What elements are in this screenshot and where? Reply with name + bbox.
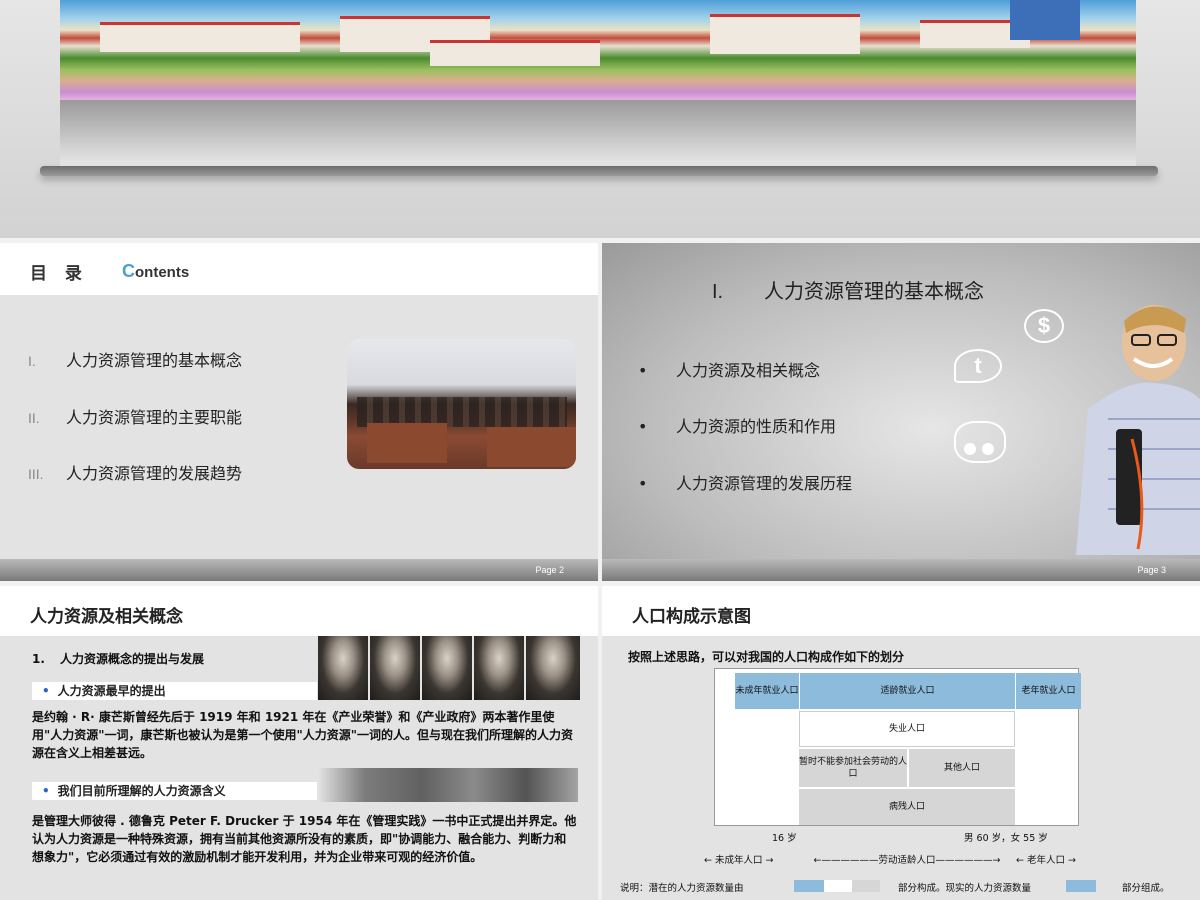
bullet-item: • 人力资源的性质和作用 [638,417,837,436]
age-label-60: 男 60 岁，女 55 岁 [964,833,1048,844]
cell-disabled: 病残人口 [799,789,1015,825]
chat-users-icon [954,421,1006,463]
cell-minor-employed: 未成年就业人口 [735,673,799,709]
portrait-photo [422,636,472,700]
arrow-minor: ← 未成年人口 → [704,855,774,866]
slide-3-chapter-one: I. 人力资源管理的基本概念 • 人力资源及相关概念 • 人力资源的性质和作用 • 人力… [602,243,1200,581]
slide-4-hr-concepts: 人力资源及相关概念 1. 人力资源概念的提出与发展 • 人力资源最早的提出 是约翰 … [0,586,598,900]
section-heading: 1. 人力资源概念的提出与发展 [32,652,205,666]
bullet-item: • 人力资源管理的发展历程 [638,474,853,493]
slide-header: 人力资源及相关概念 [0,586,598,636]
cell-temp-unable: 暂时不能参加社会劳动的人口 [799,749,907,787]
man-with-laptop-illustration [1076,305,1200,555]
campus-photo [60,0,1136,100]
slide-footer: Page 2 [0,559,598,581]
slide-header: 人口构成示意图 [602,586,1200,636]
toc-item[interactable]: II. 人力资源管理的主要职能 [28,404,242,428]
page-title: 目 录 [30,264,88,284]
page-title-en: Contents [122,261,190,281]
intro-text: 按照上述思路，可以对我国的人口构成作如下的划分 [628,650,905,664]
twitter-icon: t [954,349,1002,383]
page-title: I. 人力资源管理的基本概念 [712,279,984,303]
cell-unemployed: 失业人口 [799,711,1015,747]
portrait-photo [370,636,420,700]
subsection-bar: • 我们目前所理解的人力资源含义 [32,782,317,800]
portrait-photo [318,636,368,700]
arrow-elder: ← 老年人口 → [1016,855,1076,866]
campus-building [430,40,600,66]
legend-swatch-grey [852,880,880,892]
toc-item[interactable]: I. 人力资源管理的基本概念 [28,347,242,371]
bullet-item: • 人力资源及相关概念 [638,361,821,380]
population-diagram: 未成年就业人口 适龄就业人口 老年就业人口 失业人口 暂时不能参加社会劳动的人口… [714,668,1081,826]
slide-1-banner [0,0,1200,238]
legend-swatch-blue [1066,880,1096,892]
slide-5-population-diagram: 人口构成示意图 按照上述思路，可以对我国的人口构成作如下的划分 未成年就业人口 … [602,586,1200,900]
legend-note-b: 部分构成。现实的人力资源数量 [898,883,1032,894]
arrow-working-age: ←——————劳动适龄人口——————→ [813,855,1001,866]
banner-shelf [40,166,1158,176]
age-label-16: 16 岁 [772,833,797,844]
cell-elder-employed: 老年就业人口 [1015,673,1081,709]
paragraph: 是管理大师彼得 . 德鲁克 Peter F. Drucker 于 1954 年在… [32,814,577,864]
group-photo [318,768,578,802]
slide-2-contents: 目 录 Contents I. 人力资源管理的基本概念 II. 人力资源管理的主要职… [0,243,598,581]
campus-building [100,22,300,52]
toc-item[interactable]: III. 人力资源管理的发展趋势 [28,460,242,484]
legend-swatch-white [824,880,852,892]
subsection-bar: • 人力资源最早的提出 [32,682,317,700]
paragraph: 是约翰 · R· 康芒斯曾经先后于 1919 年和 1921 年在《产业荣誉》和… [32,710,574,760]
page-title: 人力资源及相关概念 [30,607,183,627]
legend-note-a: 说明：潜在的人力资源数量由 [620,883,744,894]
cell-other: 其他人口 [909,749,1015,787]
cell-working-age-employed: 适龄就业人口 [799,673,1015,709]
legend-note-c: 部分组成。 [1122,883,1170,894]
dollar-icon: $ [1024,309,1064,343]
legend-swatch-blue [794,880,824,892]
portrait-photo [526,636,580,700]
slide-footer: Page 3 [602,559,1200,581]
classroom-photo [347,339,576,469]
banner-grey-band [60,100,1136,166]
portrait-photo [474,636,524,700]
page-title: 人口构成示意图 [632,607,751,627]
campus-building [710,14,860,54]
slide-header: 目 录 Contents [0,243,598,295]
page-number: Page 2 [535,565,564,575]
page-number: Page 3 [1137,565,1166,575]
campus-tower [1010,0,1080,40]
